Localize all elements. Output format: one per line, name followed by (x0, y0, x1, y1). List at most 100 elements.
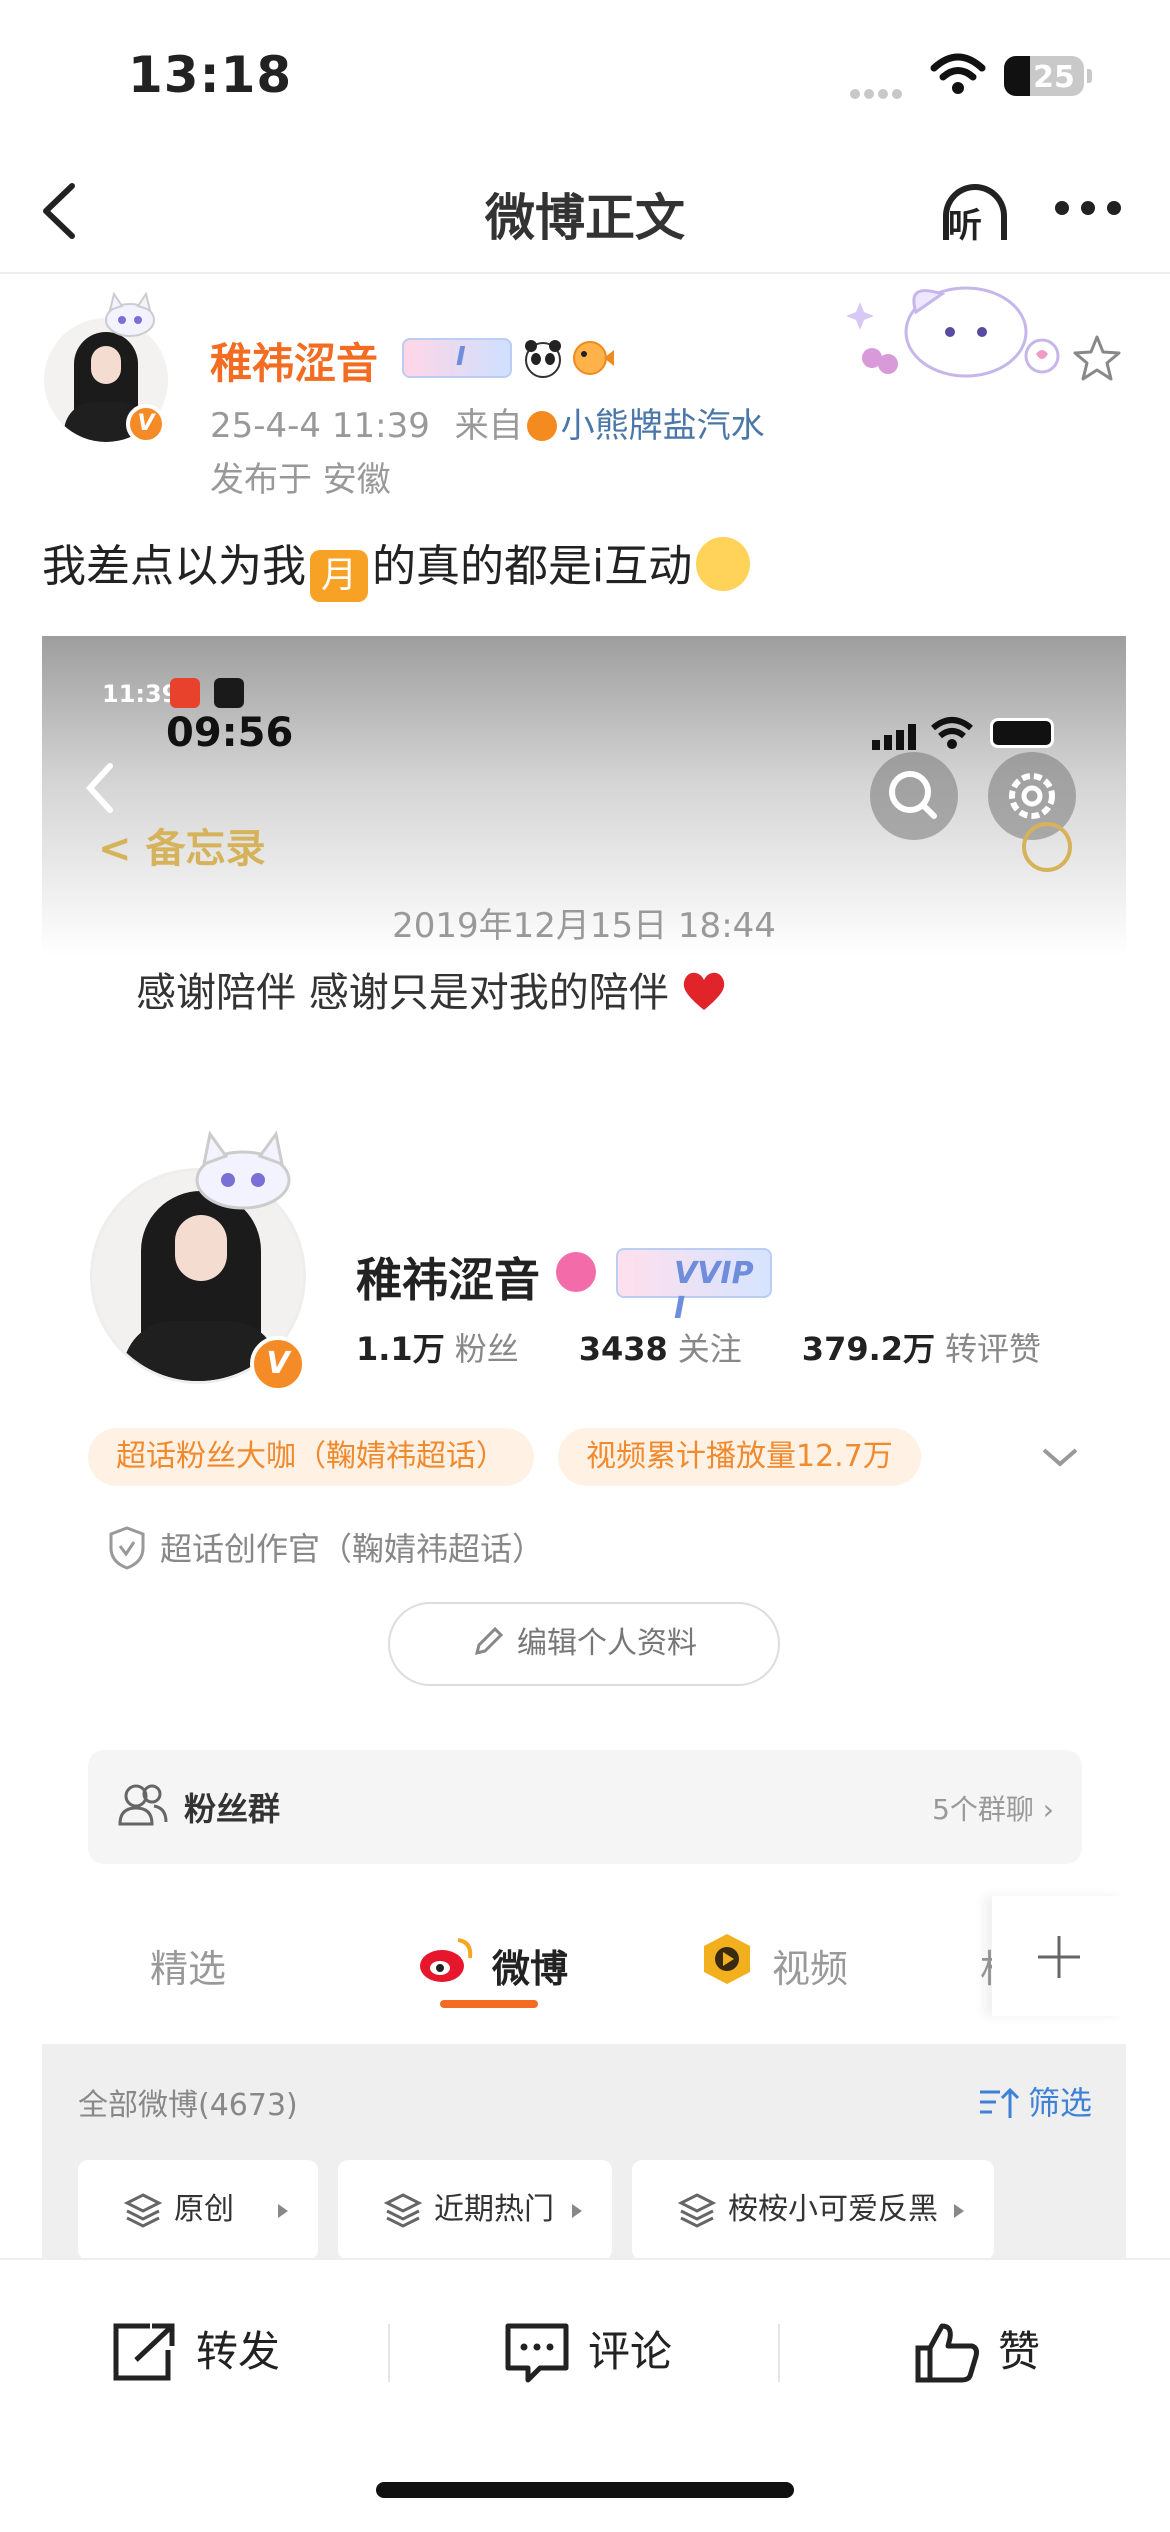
cellular-signal-icon (850, 84, 910, 99)
app-icon-capcut (214, 678, 244, 708)
shield-icon (109, 1526, 145, 1570)
memo-more-icon (1022, 822, 1072, 872)
follow-label: 关注 (677, 1330, 742, 1368)
comment-label: 评论 (588, 2327, 673, 2376)
fans-group-count: 5个群聊 › (932, 1793, 1054, 1826)
post-location: 发布于 安徽 (210, 460, 391, 500)
verified-badge-icon: V (126, 404, 166, 444)
tab-featured: 精选 (150, 1947, 227, 1991)
post-text-part2: 的真的都是i互动 (372, 541, 693, 592)
chip-trending: 近期热门 (338, 2160, 612, 2258)
heart-icon (684, 972, 725, 1010)
source-prefix: 来自 (454, 406, 523, 446)
listen-button[interactable]: 听 (935, 174, 1015, 250)
home-indicator[interactable] (376, 2482, 794, 2498)
vip-badge[interactable]: I (402, 338, 512, 378)
filter-icon (980, 2087, 1020, 2118)
chip-trending-label: 近期热门 (434, 2192, 554, 2227)
star-icon[interactable] (1070, 332, 1124, 386)
status-time: 13:18 (128, 46, 293, 104)
edit-profile-button: 编辑个人资料 (388, 1602, 780, 1686)
laughing-emoji-icon (696, 537, 751, 591)
like-label: 赞 (998, 2327, 1041, 2376)
profile-vip-badge: VVIP I (616, 1248, 772, 1326)
post-image[interactable]: 11:39 09:56 < 备忘录 2019年12月15日 18:44 感谢陪伴… (42, 636, 1126, 2258)
source-link[interactable]: 小熊牌盐汽水 (561, 406, 765, 446)
post-text: 我差点以为我月的真的都是i互动 (42, 530, 751, 602)
weibo-logo-icon (420, 1938, 473, 1982)
fans-group-count-text: 5个群聊 (932, 1793, 1034, 1826)
chip-custom: 桉桉小可爱反黑 (632, 2160, 994, 2258)
repost-label: 转发 (196, 2327, 281, 2376)
likes-value: 379.2万 (801, 1330, 936, 1368)
post-meta: 25-4-4 11:39 来自 小熊牌盐汽水 (210, 398, 765, 447)
note-text: 感谢陪伴 感谢只是对我的陪伴 (136, 960, 727, 1018)
profile-stats: 1.1万 粉丝 3438 关注 379.2万 转评赞 (356, 1324, 1041, 1370)
profile-tabs: 精选 微博 视频 相 (42, 1896, 1126, 2016)
group-icon (118, 1784, 168, 1826)
video-plays-tag: 视频累计播放量12.7万 (558, 1428, 921, 1486)
chip-custom-label: 桉桉小可爱反黑 (728, 2192, 938, 2227)
wifi-icon (930, 53, 986, 94)
likes-label: 转评赞 (945, 1330, 1042, 1368)
profile-cat-pendant-icon (195, 1130, 291, 1210)
memo-back-text: 备忘录 (145, 826, 266, 872)
orange-icon (526, 411, 557, 441)
tab-weibo: 微博 (492, 1947, 569, 1991)
cinnamoroll-decoration-icon (846, 286, 1060, 378)
video-logo-icon (704, 1934, 750, 1984)
add-tab-button (992, 1896, 1126, 2016)
filter-link: 筛选 (978, 2078, 1092, 2124)
officer-text: 超话创作官（鞠婧祎超话） (160, 1530, 545, 1568)
super-fan-tag: 超话粉丝大咖（鞠婧祎超话） (88, 1428, 534, 1486)
fans-group-label: 粉丝群 (184, 1790, 281, 1828)
profile-super-icon (556, 1252, 596, 1292)
app-icon-red (170, 678, 200, 708)
vip-badge-label: I (456, 342, 466, 372)
author-name[interactable]: 稚祎涩音 (210, 330, 378, 391)
image-battery-icon (990, 718, 1054, 748)
like-icon (915, 2323, 979, 2383)
image-time: 09:56 (166, 710, 294, 756)
comment-icon (505, 2323, 569, 2383)
profile-name: 稚祎涩音 (356, 1253, 540, 1307)
filter-label: 筛选 (1028, 2084, 1093, 2122)
status-bar: 13:18 25 (0, 0, 1170, 150)
fans-label: 粉丝 (454, 1330, 519, 1368)
note-text-body: 感谢陪伴 感谢只是对我的陪伴 (136, 970, 669, 1016)
all-weibo-count: 全部微博(4673) (78, 2088, 298, 2123)
officer-line: 超话创作官（鞠婧祎超话） (108, 1524, 544, 1570)
follow-value: 3438 (578, 1330, 668, 1368)
cat-pendant-icon (105, 292, 155, 337)
battery-icon: 25 (1004, 56, 1092, 96)
moon-chip: 月 (310, 550, 368, 602)
chevron-down-icon (1042, 1448, 1078, 1467)
tab-active-indicator (440, 2000, 538, 2008)
chip-original: 原创 (78, 2160, 318, 2258)
more-icon[interactable] (1055, 200, 1135, 220)
image-back-icon (85, 763, 113, 813)
listen-label: 听 (948, 206, 982, 246)
image-small-time: 11:39 (102, 680, 179, 708)
repost-button[interactable]: 转发 (110, 2312, 310, 2392)
fans-group-row: 粉丝群 5个群聊 › (88, 1750, 1082, 1864)
plus-icon (1038, 1936, 1080, 1978)
note-date: 2019年12月15日 18:44 (392, 906, 776, 946)
image-wifi-icon (931, 717, 973, 749)
post-text-part1: 我差点以为我 (42, 541, 306, 592)
fans-value: 1.1万 (356, 1330, 445, 1368)
profile-verified-icon: V (250, 1336, 306, 1392)
image-signal-icon (872, 724, 916, 750)
puffer-fish-icon (573, 341, 614, 375)
repost-icon (113, 2323, 175, 2381)
nav-bar: 微博正文 听 (0, 150, 1170, 274)
like-button[interactable]: 赞 (912, 2312, 1092, 2392)
tab-video: 视频 (772, 1947, 849, 1991)
pencil-icon (474, 1626, 504, 1656)
image-search-icon (870, 752, 958, 840)
profile-vip-label: VVIP I (674, 1256, 754, 1326)
comment-button[interactable]: 评论 (502, 2312, 702, 2392)
chip-original-label: 原创 (174, 2192, 234, 2227)
memo-back-label: < 备忘录 (98, 826, 266, 872)
layers-icon (678, 2193, 716, 2228)
